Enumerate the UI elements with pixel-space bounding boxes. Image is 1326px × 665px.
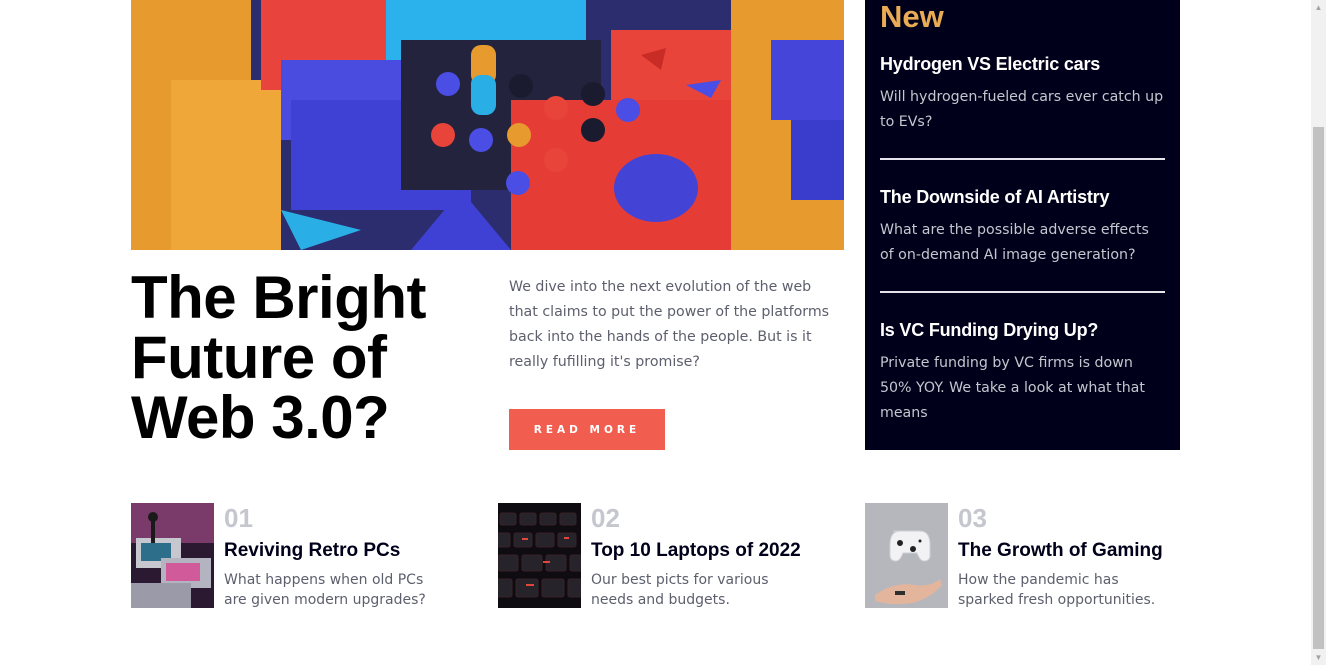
news-divider	[880, 291, 1165, 293]
news-item-description: Private funding by VC firms is down 50% …	[880, 355, 1145, 421]
news-divider	[880, 158, 1165, 160]
article-card: 01 Reviving Retro PCs What happens when …	[131, 503, 461, 613]
scroll-up-arrow-icon[interactable]: ▲	[1311, 0, 1326, 15]
card-number: 01	[224, 503, 253, 533]
card-description: How the pandemic has sparked fresh oppor…	[958, 572, 1156, 608]
read-more-button[interactable]: Read More	[509, 409, 665, 450]
article-card: 02 Top 10 Laptops of 2022 Our best picts…	[498, 503, 828, 613]
news-item: Hydrogen VS Electric cars Will hydrogen-…	[880, 53, 1165, 135]
game-controller-thumbnail[interactable]	[865, 503, 948, 608]
scroll-down-arrow-icon[interactable]: ▼	[1311, 650, 1326, 665]
news-item-description: Will hydrogen-fueled cars ever catch up …	[880, 89, 1164, 130]
card-title[interactable]: Top 10 Laptops of 2022	[591, 540, 801, 562]
news-item-description: What are the possible adverse effects of…	[880, 222, 1149, 263]
news-item-title[interactable]: Is VC Funding Drying Up?	[880, 319, 1165, 341]
retro-pc-thumbnail[interactable]	[131, 503, 214, 608]
card-description: What happens when old PCs are given mode…	[224, 572, 426, 608]
new-heading: New	[880, 0, 944, 34]
scrollbar[interactable]: ▲ ▼	[1311, 0, 1326, 665]
news-item-title[interactable]: Hydrogen VS Electric cars	[880, 53, 1165, 75]
laptop-keyboard-thumbnail[interactable]	[498, 503, 581, 608]
news-item: The Downside of AI Artistry What are the…	[880, 186, 1165, 268]
article-card: 03 The Growth of Gaming How the pandemic…	[865, 503, 1195, 613]
hero-description: We dive into the next evolution of the w…	[509, 279, 830, 370]
card-title[interactable]: The Growth of Gaming	[958, 540, 1163, 562]
scroll-thumb[interactable]	[1313, 127, 1324, 649]
news-item: Is VC Funding Drying Up? Private funding…	[880, 319, 1165, 426]
card-title[interactable]: Reviving Retro PCs	[224, 540, 400, 562]
card-description: Our best picts for various needs and bud…	[591, 572, 769, 608]
news-item-title[interactable]: The Downside of AI Artistry	[880, 186, 1165, 208]
hero-image	[131, 0, 844, 250]
hero-title: The Bright Future of Web 3.0?	[131, 264, 426, 451]
new-articles-panel: New Hydrogen VS Electric cars Will hydro…	[865, 0, 1180, 450]
card-number: 03	[958, 503, 987, 533]
card-number: 02	[591, 503, 620, 533]
